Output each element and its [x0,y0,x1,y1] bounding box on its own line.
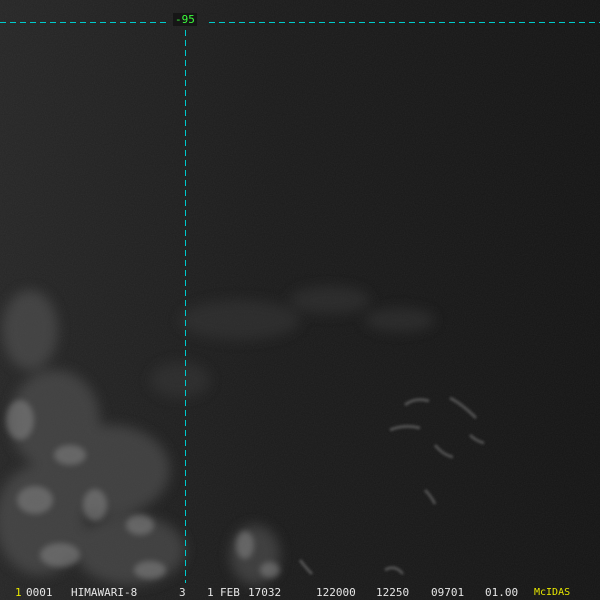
mcidas-status-bar: 1 0001 HIMAWARI-8 3 1 FEB 17032 122000 1… [0,585,600,600]
status-field-month: FEB [220,586,240,599]
status-field-element: 09701 [431,586,465,599]
satellite-imagery [0,0,600,600]
status-field-line: 12250 [376,586,410,599]
status-field-band: 3 [179,586,186,599]
status-field-day: 0001 [26,586,53,599]
frame-number: 1 [15,586,22,599]
status-field-satellite: HIMAWARI-8 [71,586,138,599]
status-field-julian-date: 17032 [248,586,282,599]
satellite-image-frame: -95 1 0001 HIMAWARI-8 3 1 FEB 17032 1220… [0,0,600,600]
status-field-time: 122000 [316,586,356,599]
status-field-resolution: 01.00 [485,586,519,599]
status-field-day-of-month: 1 [207,586,214,599]
longitude-label: -95 [173,13,197,26]
mcidas-logo: McIDAS [534,587,571,598]
